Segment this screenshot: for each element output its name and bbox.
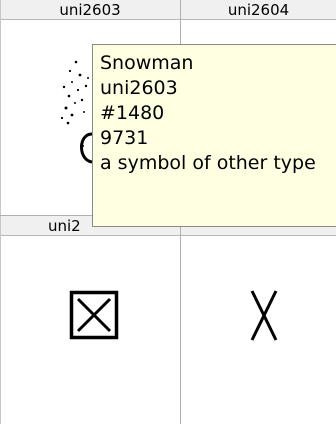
tooltip-glyph-unicode-name: Snowman bbox=[100, 52, 194, 74]
grid-divider bbox=[0, 0, 1, 424]
glyph-cell-uni2612[interactable] bbox=[0, 236, 180, 424]
glyph-info-tooltip: Snowman uni2603 #1480 9731 a symbol of o… bbox=[92, 44, 336, 227]
glyph-cell-header-uni2603: uni2603 bbox=[0, 0, 180, 20]
ballot-box-x-glyph-icon bbox=[69, 290, 119, 340]
tooltip-glyph-codepoint: 9731 bbox=[100, 127, 149, 149]
saltire-glyph-icon bbox=[250, 290, 278, 341]
glyph-cell-uni2613[interactable] bbox=[181, 236, 336, 424]
tooltip-glyph-name: uni2603 bbox=[100, 77, 178, 99]
tooltip-glyph-index: #1480 bbox=[100, 102, 165, 124]
tooltip-glyph-category: a symbol of other type bbox=[100, 152, 316, 174]
glyph-cell-header-uni2604: uni2604 bbox=[181, 0, 336, 20]
